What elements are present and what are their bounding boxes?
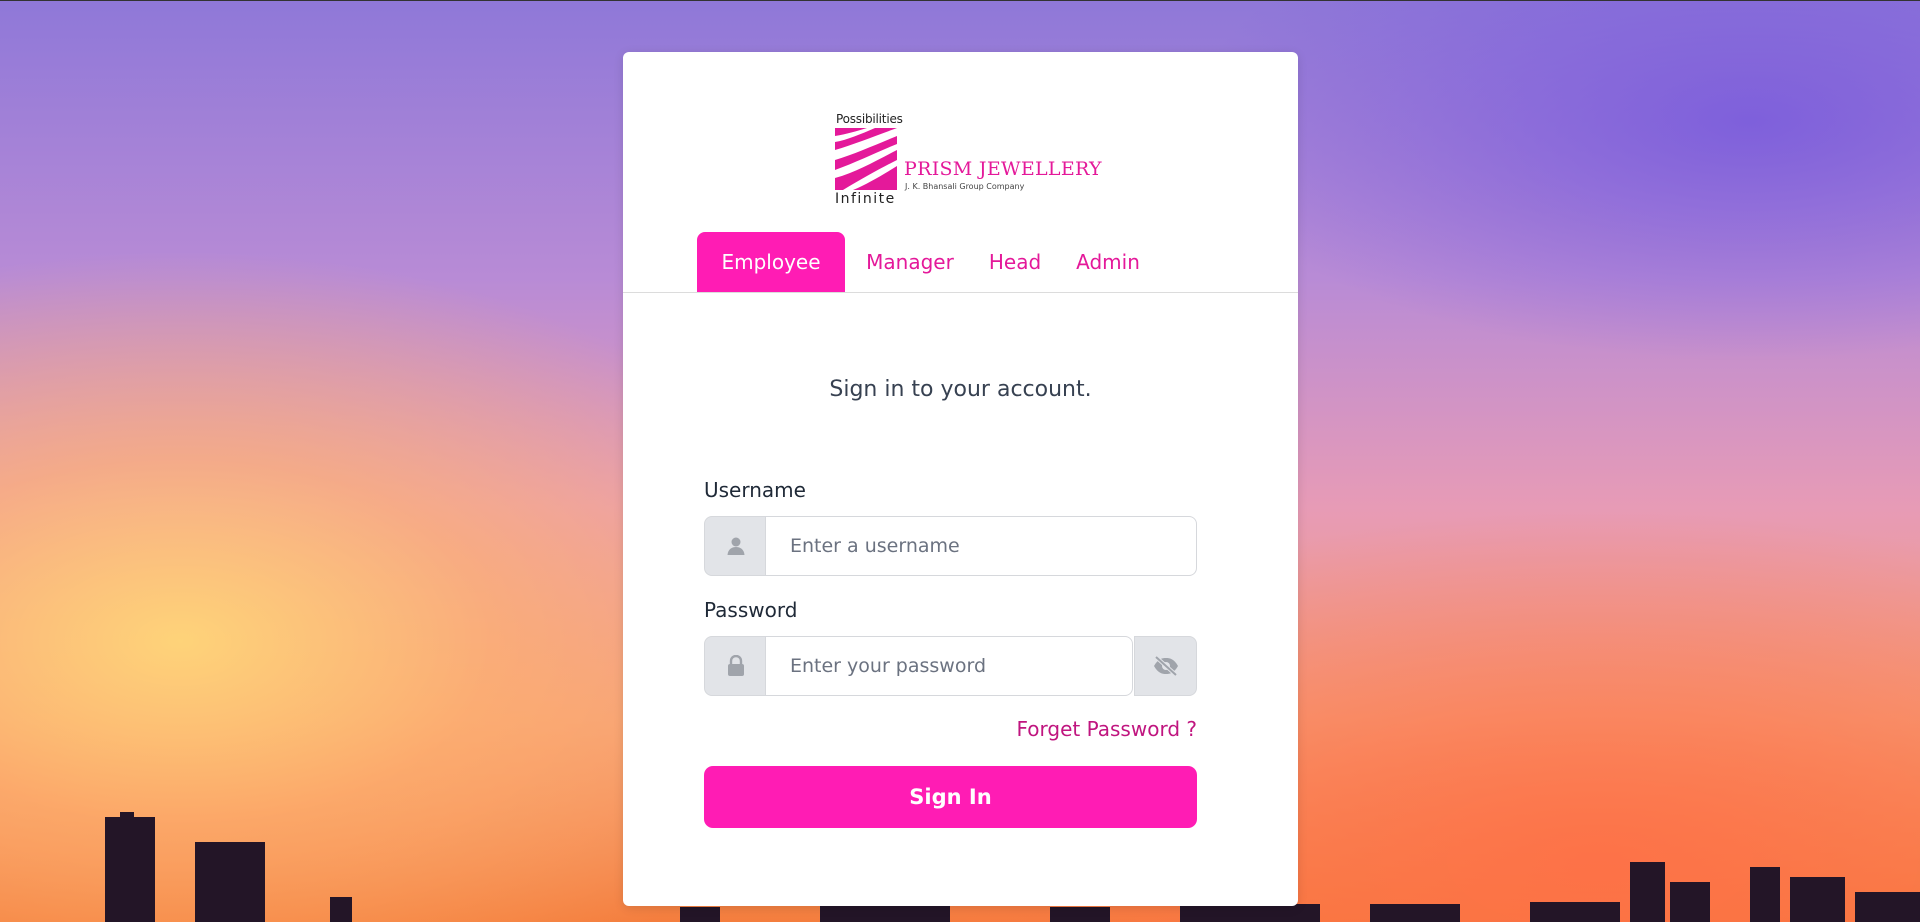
logo-tagline-top: Possibilities — [836, 112, 903, 126]
logo-tagline-bottom: Infinite — [835, 191, 896, 207]
tab-employee[interactable]: Employee — [697, 232, 845, 292]
password-label: Password — [704, 598, 798, 622]
username-label: Username — [704, 478, 806, 502]
brand-subtitle: J. K. Bhansali Group Company — [905, 182, 1025, 191]
user-icon — [704, 516, 767, 576]
signin-heading: Sign in to your account. — [829, 377, 1092, 402]
role-tabs: Employee Manager Head Admin — [623, 232, 1298, 293]
password-group — [704, 636, 1197, 696]
brand-name: PRISM JEWELLERY — [904, 158, 1102, 180]
login-card: Possibilities Infinite PRISM JEWELLERY J… — [623, 52, 1298, 906]
tab-admin[interactable]: Admin — [1063, 232, 1153, 292]
lock-icon — [704, 636, 767, 696]
username-group — [704, 516, 1197, 576]
sign-in-button[interactable]: Sign In — [704, 766, 1197, 828]
tab-head[interactable]: Head — [973, 232, 1057, 292]
password-input[interactable] — [765, 636, 1133, 696]
brand-logo: Possibilities Infinite PRISM JEWELLERY J… — [833, 110, 1102, 207]
eye-slash-icon[interactable] — [1134, 636, 1197, 696]
forgot-password-link[interactable]: Forget Password ? — [1017, 717, 1198, 741]
logo-mark-icon — [835, 128, 897, 190]
username-input[interactable] — [765, 516, 1197, 576]
tab-manager[interactable]: Manager — [855, 232, 965, 292]
